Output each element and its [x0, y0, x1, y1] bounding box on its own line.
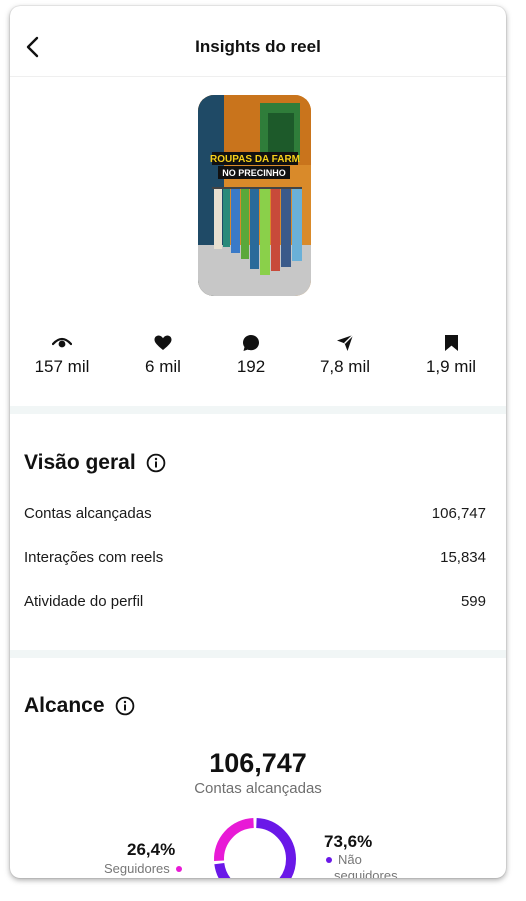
donut-segment-followers: [214, 818, 255, 861]
info-icon[interactable]: [146, 453, 166, 473]
followers-legend-label: Seguidores: [104, 861, 170, 876]
metric-value: 7,8 mil: [319, 357, 371, 376]
page-title: Insights do reel: [195, 37, 321, 56]
row-value: 599: [460, 593, 486, 610]
top-bar: Insights do reel: [10, 6, 506, 77]
nonfollowers-legend-line2: seguidores: [334, 868, 398, 878]
nonfollowers-percentage: 73,6%: [324, 832, 373, 851]
metric-saves: 1,9 mil: [401, 332, 501, 377]
reach-section-title: Alcance: [24, 694, 135, 718]
row-label: Interações com reels: [24, 549, 164, 566]
metric-value: 1,9 mil: [425, 357, 477, 376]
reach-total-label: Contas alcançadas: [194, 780, 322, 797]
overview-title: Visão geral: [24, 451, 136, 474]
section-divider: [10, 650, 506, 658]
overview-row-reel-interactions[interactable]: Interações com reels 15,834: [24, 549, 486, 566]
nonfollowers-legend: Não: [326, 852, 362, 867]
row-value: 15,834: [440, 549, 486, 566]
reach-total: 106,747: [209, 748, 307, 778]
row-label: Contas alcançadas: [24, 505, 152, 522]
reach-title: Alcance: [24, 694, 105, 717]
metric-comments: 192: [201, 332, 301, 377]
reach-donut-chart: [214, 818, 296, 878]
send-icon: [337, 334, 354, 351]
info-icon[interactable]: [115, 696, 135, 716]
reel-insights-screen: Insights do reel ROUPAS DA FARM NO PRECI…: [10, 6, 506, 878]
metric-views: 157 mil: [12, 332, 112, 377]
nonfollowers-legend-label-line2: seguidores: [334, 868, 398, 878]
followers-legend: Seguidores: [104, 861, 182, 876]
heart-icon: [154, 335, 172, 350]
nonfollowers-legend-label-line1: Não: [338, 852, 362, 867]
row-label: Atividade do perfil: [24, 593, 144, 610]
metric-value: 157 mil: [34, 357, 90, 376]
metric-likes: 6 mil: [113, 332, 213, 377]
bookmark-icon: [444, 335, 458, 351]
overview-row-accounts-reached[interactable]: Contas alcançadas 106,747: [24, 505, 486, 522]
overview-section-title: Visão geral: [24, 451, 166, 475]
nonfollowers-legend-dot: [326, 856, 332, 863]
row-value: 106,747: [431, 505, 486, 522]
metric-value: 6 mil: [145, 357, 181, 376]
overview-row-profile-activity[interactable]: Atividade do perfil 599: [24, 593, 486, 610]
reel-thumbnail[interactable]: ROUPAS DA FARM NO PRECINHO: [198, 95, 311, 296]
metric-shares: 7,8 mil: [295, 332, 395, 377]
reel-overlay-line1: ROUPAS DA FARM: [210, 154, 300, 165]
followers-percentage: 26,4%: [127, 840, 176, 859]
metric-value: 192: [236, 357, 266, 376]
metrics-row: 157 mil 6 mil 192 7,8 mil 1,9 mil: [10, 332, 506, 384]
followers-legend-dot: [175, 865, 182, 872]
section-divider: [10, 406, 506, 414]
comment-icon: [243, 335, 259, 351]
reel-overlay-line2: NO PRECINHO: [222, 168, 286, 178]
eye-icon: [52, 337, 72, 348]
